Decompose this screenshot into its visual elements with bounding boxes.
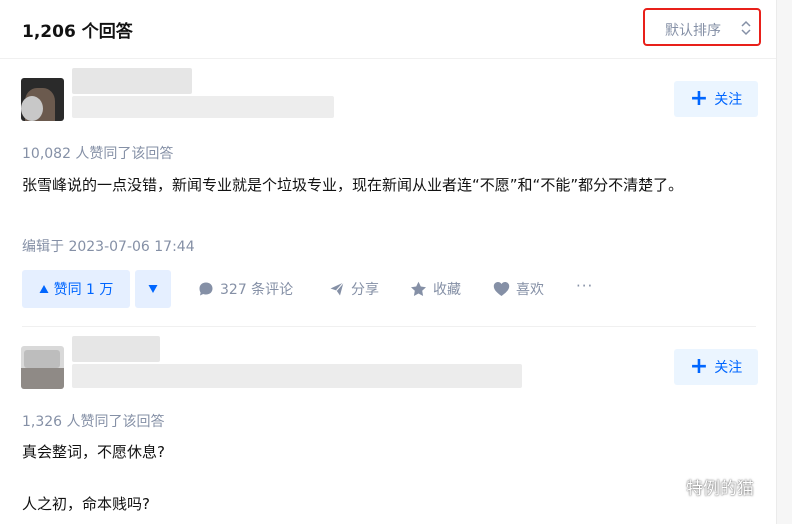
sort-chevron-icon — [741, 20, 751, 36]
answer-content-line: 真会整词，不愿休息? — [22, 443, 165, 461]
answer-divider — [22, 326, 756, 327]
comment-icon — [199, 282, 213, 296]
answers-header: 1,206 个回答 默认排序 — [0, 0, 776, 59]
comment-button[interactable]: 327 条评论 — [198, 279, 293, 299]
plus-icon: + — [689, 86, 709, 111]
avatar[interactable] — [21, 78, 64, 121]
share-icon — [330, 282, 344, 296]
answer-content: 张雪峰说的一点没错，新闻专业就是个垃圾专业，现在新闻从业者连“不愿”和“不能”都… — [22, 176, 684, 194]
watermark-text: 特例的猫 — [686, 479, 754, 499]
plus-icon: + — [689, 354, 709, 379]
follow-label: 关注 — [714, 360, 743, 376]
triangle-down-icon — [148, 285, 158, 293]
favorite-button[interactable]: 收藏 — [410, 279, 461, 299]
comment-label: 327 条评论 — [220, 282, 294, 298]
vote-up-label: 赞同 1 万 — [53, 282, 114, 298]
vote-up-button[interactable]: 赞同 1 万 — [22, 270, 130, 308]
triangle-up-icon — [39, 285, 49, 293]
heart-icon — [493, 282, 510, 296]
like-button[interactable]: 喜欢 — [493, 279, 544, 299]
follow-button[interactable]: + 关注 — [674, 349, 758, 385]
follow-button[interactable]: + 关注 — [674, 81, 758, 117]
star-icon — [411, 281, 426, 296]
favorite-label: 收藏 — [433, 282, 461, 298]
avatar[interactable] — [21, 346, 64, 389]
vote-down-button[interactable] — [135, 270, 171, 308]
upvote-summary: 10,082 人赞同了该回答 — [22, 146, 174, 162]
upvote-summary: 1,326 人赞同了该回答 — [22, 414, 165, 430]
author-bio-blurred — [72, 364, 522, 388]
follow-label: 关注 — [714, 92, 743, 108]
wechat-icon — [652, 476, 679, 497]
answer-count: 1,206 个回答 — [22, 22, 133, 42]
more-button[interactable]: ··· — [576, 277, 593, 295]
answer-content-line: 人之初，命本贱吗? — [22, 495, 150, 513]
like-label: 喜欢 — [516, 282, 544, 298]
share-label: 分享 — [351, 282, 379, 298]
author-bio-blurred — [72, 96, 334, 118]
sort-label: 默认排序 — [665, 23, 721, 39]
author-name-blurred — [72, 336, 160, 362]
answers-card: 1,206 个回答 默认排序 + 关注 10,082 人赞同了该回答 张雪峰说的… — [0, 0, 777, 524]
share-button[interactable]: 分享 — [329, 279, 379, 299]
edit-time[interactable]: 编辑于 2023-07-06 17:44 — [22, 236, 195, 256]
watermark: 特例的猫 — [652, 474, 754, 499]
more-icon: ··· — [576, 277, 594, 295]
sort-dropdown[interactable]: 默认排序 — [643, 8, 761, 46]
author-name-blurred — [72, 68, 192, 94]
